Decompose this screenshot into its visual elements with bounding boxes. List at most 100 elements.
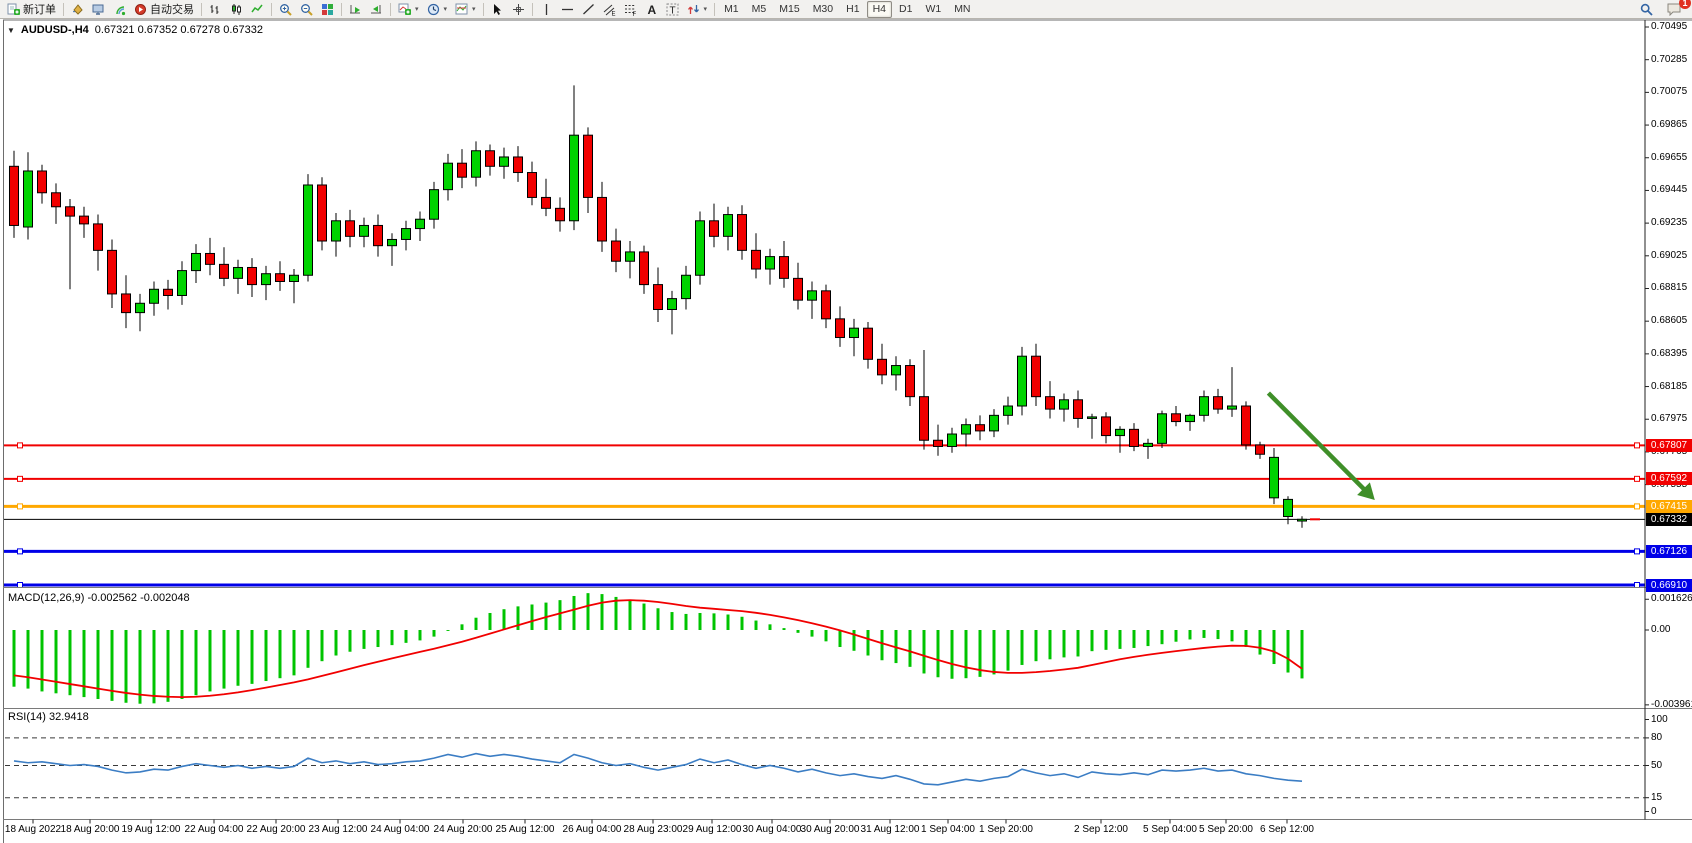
tile-windows-button[interactable]	[317, 0, 338, 19]
timeframe-d1-button[interactable]: D1	[893, 1, 918, 18]
timeframe-h1-button[interactable]: H1	[840, 1, 865, 18]
templates-button[interactable]: ▾	[451, 0, 480, 19]
macd-histogram-bar	[657, 608, 660, 630]
svg-text:F: F	[632, 12, 636, 16]
search-button[interactable]	[1636, 0, 1657, 19]
candle-body	[430, 190, 439, 220]
svg-text:T: T	[669, 5, 675, 16]
chart-title-dropdown-icon[interactable]: ▼	[7, 26, 15, 35]
macd-histogram-bar	[237, 630, 240, 686]
candle-body	[1116, 429, 1125, 435]
toolbar-buttons: 新订单自动交易▾▾▾EFAT▾	[3, 0, 718, 19]
macd-histogram-bar	[419, 630, 422, 640]
timeframe-m15-button[interactable]: M15	[773, 1, 805, 18]
macd-histogram-bar	[125, 630, 128, 703]
macd-histogram-bar	[699, 613, 702, 630]
macd-histogram-bar	[741, 617, 744, 630]
text-button[interactable]: A	[641, 0, 662, 19]
main-toolbar: 新订单自动交易▾▾▾EFAT▾ M1M5M15M30H1H4D1W1MN 1	[0, 0, 1692, 19]
crosshair-button[interactable]	[508, 0, 529, 19]
candle-body	[822, 291, 831, 319]
macd-histogram-bar	[923, 630, 926, 673]
new-order-icon	[7, 3, 20, 16]
arrows-button[interactable]: ▾	[683, 0, 712, 19]
timeframe-m30-button[interactable]: M30	[807, 1, 839, 18]
macd-histogram-bar	[587, 593, 590, 630]
fibonacci-button[interactable]: F	[620, 0, 641, 19]
macd-histogram-bar	[251, 630, 254, 684]
timeframe-w1-button[interactable]: W1	[919, 1, 947, 18]
vertical-line-button[interactable]	[536, 0, 557, 19]
fibonacci-icon: F	[624, 3, 637, 16]
zoom-out-button[interactable]	[296, 0, 317, 19]
trendline-button[interactable]	[578, 0, 599, 19]
candle-body	[892, 366, 901, 375]
macd-histogram-bar	[615, 597, 618, 630]
candle-body	[766, 257, 775, 269]
auto-trading-button[interactable]: 自动交易	[130, 0, 198, 19]
macd-histogram-bar	[167, 630, 170, 702]
equidistant-channel-button[interactable]: E	[599, 0, 620, 19]
candle-body	[1200, 397, 1209, 416]
rsi-tick-label: 15	[1651, 792, 1662, 803]
macd-histogram-bar	[1287, 630, 1290, 673]
auto-scroll-icon	[349, 3, 362, 16]
styler-button[interactable]	[67, 0, 88, 19]
auto-scroll-button[interactable]	[345, 0, 366, 19]
macd-histogram-bar	[1231, 630, 1234, 641]
line-chart-button[interactable]	[247, 0, 268, 19]
candle-body	[1130, 429, 1139, 446]
rsi-label: RSI(14) 32.9418	[8, 711, 89, 723]
candle-body	[444, 163, 453, 189]
candle-body	[738, 215, 747, 251]
candle-body	[416, 219, 425, 228]
text-t-icon: T	[666, 3, 679, 16]
toolbar-separator	[390, 3, 391, 16]
candle-chart-button[interactable]	[226, 0, 247, 19]
candle-body	[1270, 457, 1279, 497]
macd-histogram-bar	[559, 600, 562, 630]
macd-histogram-bar	[363, 630, 366, 649]
new-order-button-label: 新订单	[23, 1, 56, 17]
cursor-button[interactable]	[487, 0, 508, 19]
macd-histogram-bar	[1175, 630, 1178, 642]
price-tick-label: 0.67975	[1651, 413, 1687, 424]
candle-body	[150, 289, 159, 303]
notifications-button[interactable]: 1	[1663, 0, 1686, 19]
candle-body	[850, 328, 859, 337]
macd-histogram-bar	[13, 630, 16, 687]
template-icon	[455, 3, 468, 16]
candle-body	[1298, 519, 1307, 521]
chart-canvas[interactable]	[0, 0, 1692, 843]
macd-histogram-bar	[1189, 630, 1192, 639]
indicators-button[interactable]: ▾	[394, 0, 423, 19]
macd-histogram-bar	[265, 630, 268, 681]
chart-shift-button[interactable]	[366, 0, 387, 19]
price-tick-label: 0.70495	[1651, 21, 1687, 32]
price-tick-label: 0.69235	[1651, 217, 1687, 228]
candle-body	[1214, 397, 1223, 409]
new-order-button[interactable]: 新订单	[3, 0, 60, 19]
chart-shift-icon	[370, 3, 383, 16]
macd-histogram-bar	[1301, 630, 1304, 678]
candle-body	[388, 239, 397, 245]
resistance-line-1-handle	[18, 443, 23, 448]
timeframe-h4-button[interactable]: H4	[867, 1, 892, 18]
bar-chart-button[interactable]	[205, 0, 226, 19]
terminal-button[interactable]	[88, 0, 109, 19]
rsi-tick-label: 100	[1651, 714, 1668, 725]
zoom-in-button[interactable]	[275, 0, 296, 19]
periods-button[interactable]: ▾	[423, 0, 452, 19]
macd-histogram-bar	[209, 630, 212, 691]
timeframe-m5-button[interactable]: M5	[746, 1, 773, 18]
text-label-button[interactable]: T	[662, 0, 683, 19]
timeframe-mn-button[interactable]: MN	[948, 1, 976, 18]
timeframe-m1-button[interactable]: M1	[718, 1, 745, 18]
macd-histogram-bar	[321, 630, 324, 661]
time-axis-label: 2 Sep 12:00	[1063, 824, 1139, 835]
candle-body	[1228, 406, 1237, 409]
candle-body	[276, 274, 285, 282]
horizontal-line-button[interactable]	[557, 0, 578, 19]
signal-icon	[113, 3, 126, 16]
signals-button[interactable]	[109, 0, 130, 19]
